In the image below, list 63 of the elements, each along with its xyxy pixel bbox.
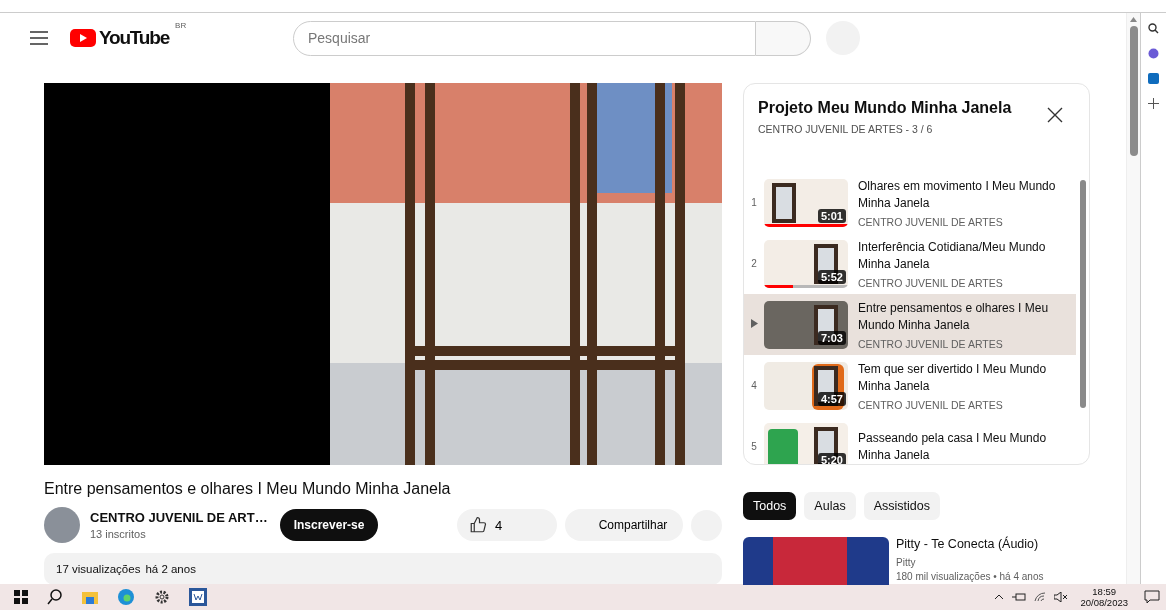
chevron-up-icon[interactable] [994, 594, 1005, 600]
item-index: 4 [750, 380, 758, 391]
item-channel: CENTRO JUVENIL DE ARTES [858, 398, 1004, 411]
video-link[interactable]: Pitty - Te Conecta (Áudio) [896, 537, 1044, 551]
channel-name: Pitty [896, 557, 917, 568]
like-button[interactable]: 4 [457, 509, 557, 541]
play-logo-icon [70, 29, 96, 47]
filter-chip[interactable]: Aulas [804, 492, 856, 520]
notification-icon[interactable] [1144, 590, 1160, 604]
playlist-item[interactable]: 5 5:20 Passeando pela casa I Meu Mundo Minha Janela [744, 416, 1076, 464]
video-player[interactable] [44, 83, 722, 465]
scrollbar-thumb[interactable] [1080, 180, 1086, 408]
item-channel: CENTRO JUVENIL DE ARTES [858, 337, 1004, 350]
search-icon[interactable] [1148, 23, 1159, 34]
item-title: Olhares em movimento I Meu Mundo Minha Janela [858, 177, 1057, 212]
playlist-subtitle: CENTRO JUVENIL DE ARTES - 3 / 6 [758, 123, 934, 135]
item-channel: CENTRO JUVENIL DE ARTES [858, 215, 1004, 228]
playlist-item[interactable]: 4 4:57 Tem que ser divertido I Meu Mundo Minha Janela CENTRO JUVENIL DE ARTES [744, 355, 1076, 416]
item-index: 2 [750, 258, 758, 269]
scroll-up-icon[interactable] [1130, 17, 1137, 22]
menu-icon[interactable] [30, 31, 48, 45]
channel-avatar[interactable] [44, 507, 80, 543]
item-title: Entre pensamentos e olhares I Meu Mundo Minha Janela [858, 299, 1050, 334]
filter-chip[interactable]: Todos [743, 492, 797, 520]
region-label: BR [175, 21, 187, 30]
subscriber-count: 13 inscritos [90, 528, 147, 540]
search-field[interactable]: Pesquisar [293, 20, 756, 56]
item-title: Tem que ser divertido I Meu Mundo Minha Janela [858, 360, 1048, 395]
gear-icon[interactable] [154, 589, 170, 605]
power-icon[interactable] [1012, 592, 1027, 602]
close-icon[interactable] [1047, 107, 1063, 123]
item-title: Interferência Cotidiana/Meu Mundo Minha Janela [858, 238, 1047, 273]
logo-text[interactable]: YouTube [99, 27, 170, 49]
filter-chip[interactable]: Assistidos [863, 492, 940, 520]
plus-icon[interactable] [1148, 98, 1159, 109]
folder-icon[interactable] [82, 590, 98, 604]
playlist-item[interactable]: 1 5:01 Olhares em movimento I Meu Mundo Minha Janela CENTRO JUVENIL DE ARTES [744, 172, 1076, 233]
item-title: Passeando pela casa I Meu Mundo Minha Janela [858, 429, 1048, 464]
date: 20/08/2023 [1080, 597, 1128, 608]
item-channel: CENTRO JUVENIL DE ARTES [858, 276, 1004, 289]
share-button[interactable]: Compartilhar [565, 509, 683, 541]
now-playing-icon [750, 319, 758, 328]
item-index: 5 [750, 441, 758, 452]
speaker-muted-icon[interactable] [1054, 592, 1069, 602]
video-meta: 180 mil visualizações • há 4 anos [896, 571, 1044, 582]
video-title: Entre pensamentos e olhares I Meu Mundo Minha Janela [44, 480, 452, 498]
thumbs-up-icon [469, 516, 487, 534]
upload-age: há 2 anos [145, 563, 196, 575]
document-app-icon[interactable] [189, 588, 207, 606]
subscribe-button[interactable]: Inscrever-se [279, 509, 379, 541]
item-index: 1 [750, 197, 758, 208]
search-icon[interactable] [47, 589, 63, 605]
clock[interactable]: 18:59 20/08/2023 [1080, 586, 1128, 608]
scrollbar-thumb[interactable] [1129, 26, 1138, 156]
playlist-item[interactable]: 7:03 Entre pensamentos e olhares I Meu Mundo Minha Janela CENTRO JUVENIL DE ARTES [744, 294, 1076, 355]
wifi-icon[interactable] [1034, 592, 1047, 602]
playlist-item[interactable]: 2 5:52 Interferência Cotidiana/Meu Mundo Minha Janela CENTRO JUVENIL DE ARTES [744, 233, 1076, 294]
time: 18:59 [1092, 586, 1117, 597]
playlist-title[interactable]: Projeto Meu Mundo Minha Janela [758, 99, 1047, 117]
windows-icon[interactable] [14, 590, 28, 604]
channel-name[interactable]: CENTRO JUVENIL DE ART… [90, 510, 268, 525]
view-count: 17 visualizações [56, 563, 141, 575]
thumbnail-image[interactable] [743, 537, 889, 585]
